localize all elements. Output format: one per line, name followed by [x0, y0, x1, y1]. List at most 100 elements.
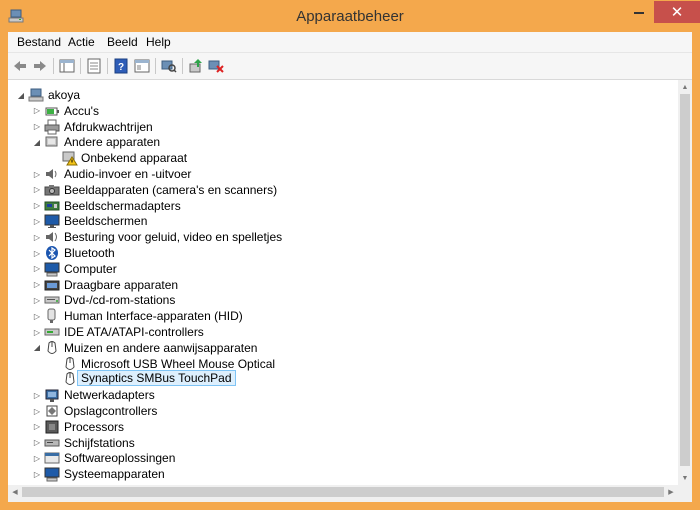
tree-item-label: Microsoft USB Wheel Mouse Optical: [81, 356, 276, 371]
tree-root[interactable]: ◢ akoya: [8, 87, 668, 103]
tree-category-item[interactable]: ▷ Beeldschermen: [8, 213, 668, 229]
toolbar-separator: [107, 58, 108, 74]
tree-item-label: Onbekend apparaat: [81, 151, 188, 166]
menu-actie[interactable]: Actie: [67, 35, 96, 49]
device-manager-window: Apparaatbeheer ✕ Bestand Actie Beeld Hel…: [0, 0, 700, 510]
uninstall-device-button[interactable]: [206, 56, 226, 76]
scroll-left-icon[interactable]: ◀: [8, 485, 22, 499]
scan-hardware-button[interactable]: [159, 56, 179, 76]
collapsed-arrow-icon[interactable]: ▷: [32, 248, 42, 258]
collapsed-arrow-icon[interactable]: ▷: [32, 438, 42, 448]
uninstall-device-icon: [208, 60, 224, 73]
title-bar[interactable]: Apparaatbeheer ✕: [0, 0, 700, 32]
tree-item-label: Systeemapparaten: [64, 467, 165, 482]
display-adapter-icon: [44, 201, 60, 211]
collapsed-arrow-icon[interactable]: ▷: [32, 453, 42, 463]
collapsed-arrow-icon[interactable]: ▷: [32, 311, 42, 321]
vertical-scroll-thumb[interactable]: [680, 94, 690, 466]
computer-icon: [44, 262, 60, 277]
view-button[interactable]: [132, 56, 152, 76]
tree-item-label: IDE ATA/ATAPI-controllers: [64, 325, 204, 339]
toolbar-separator: [182, 58, 183, 74]
tree-item-label: Processors: [64, 419, 125, 434]
collapsed-arrow-icon[interactable]: ▷: [32, 106, 42, 116]
collapsed-arrow-icon[interactable]: ▷: [32, 185, 42, 195]
tree-category-item[interactable]: ▷ Systeemapparaten: [8, 466, 668, 482]
tree-category-item[interactable]: ▷ Audio-invoer en -uitvoer: [8, 166, 668, 182]
collapsed-arrow-icon[interactable]: ▷: [32, 406, 42, 416]
collapsed-arrow-icon[interactable]: ▷: [32, 469, 42, 479]
back-button[interactable]: [10, 56, 30, 76]
monitor-icon: [44, 214, 60, 229]
expanded-arrow-icon[interactable]: ◢: [16, 90, 26, 100]
vertical-scrollbar[interactable]: ▲ ▼: [678, 80, 692, 485]
tree-category-item[interactable]: ▷ Schijfstations: [8, 435, 668, 451]
expanded-arrow-icon[interactable]: ◢: [32, 343, 42, 353]
computer-root-icon: [28, 88, 44, 102]
tree-category-item[interactable]: ▷ Computer: [8, 261, 668, 277]
collapsed-arrow-icon[interactable]: ▷: [32, 201, 42, 211]
expanded-arrow-icon[interactable]: ◢: [32, 137, 42, 147]
tree-category-item[interactable]: ▷ Netwerkadapters: [8, 387, 668, 403]
collapsed-arrow-icon[interactable]: ▷: [32, 216, 42, 226]
tree-category-item[interactable]: ▷ Besturing voor geluid, video en spellet…: [8, 229, 668, 245]
minimize-button[interactable]: [625, 1, 653, 23]
tree-category-item[interactable]: ▷ Beeldapparaten (camera's en scanners): [8, 182, 668, 198]
help-button[interactable]: ?: [111, 56, 131, 76]
properties-icon: [87, 58, 101, 74]
tree-device-item[interactable]: Microsoft USB Wheel Mouse Optical: [8, 356, 668, 372]
client-area: Bestand Actie Beeld Help ? ◢ akoya ▷ Acc…: [8, 32, 692, 502]
collapsed-arrow-icon[interactable]: ▷: [32, 280, 42, 290]
tree-item-label: Muizen en andere aanwijsapparaten: [64, 340, 258, 355]
tree-category-item[interactable]: ▷ Human Interface-apparaten (HID): [8, 308, 668, 324]
close-button[interactable]: ✕: [654, 1, 700, 23]
tree-category-item[interactable]: ▷ IDE ATA/ATAPI-controllers: [8, 324, 668, 340]
console-tree-button[interactable]: [57, 56, 77, 76]
menu-beeld[interactable]: Beeld: [106, 35, 139, 49]
device-tree[interactable]: ◢ akoya ▷ Accu's ▷ Afdrukwachtrijen ◢ Andere …: [8, 80, 678, 485]
tree-category-item[interactable]: ▷ Softwareoplossingen: [8, 450, 668, 466]
tree-category-item[interactable]: ▷ Draagbare apparaten: [8, 277, 668, 293]
horizontal-scroll-thumb[interactable]: [22, 487, 664, 497]
mouse-icon: [65, 372, 75, 386]
close-icon: ✕: [670, 4, 684, 21]
scroll-down-icon[interactable]: ▼: [678, 471, 692, 485]
software-icon: [44, 452, 60, 464]
sound-icon: [46, 232, 57, 243]
properties-button[interactable]: [84, 56, 104, 76]
tree-category-item[interactable]: ◢ Muizen en andere aanwijsapparaten: [8, 340, 668, 356]
collapsed-arrow-icon[interactable]: ▷: [32, 122, 42, 132]
collapsed-arrow-icon[interactable]: ▷: [32, 232, 42, 242]
menu-bestand[interactable]: Bestand: [16, 35, 62, 49]
collapsed-arrow-icon[interactable]: ▷: [32, 264, 42, 274]
horizontal-scrollbar[interactable]: ◀ ▶: [8, 485, 678, 499]
tree-category-item[interactable]: ▷ Afdrukwachtrijen: [8, 119, 668, 135]
collapsed-arrow-icon[interactable]: ▷: [32, 327, 42, 337]
tree-category-item[interactable]: ▷ Accu's: [8, 103, 668, 119]
forward-button[interactable]: [30, 56, 50, 76]
menu-bar: Bestand Actie Beeld Help: [8, 32, 692, 53]
tree-category-item[interactable]: ▷ Beeldschermadapters: [8, 198, 668, 214]
update-driver-button[interactable]: [186, 56, 206, 76]
tree-item-label: Beeldschermadapters: [64, 198, 181, 213]
help-icon: ?: [114, 58, 128, 74]
scroll-right-icon[interactable]: ▶: [664, 485, 678, 499]
tree-category-item[interactable]: ▷ Processors: [8, 419, 668, 435]
collapsed-arrow-icon[interactable]: ▷: [32, 295, 42, 305]
tree-category-item[interactable]: ▷ Bluetooth: [8, 245, 668, 261]
scroll-up-icon[interactable]: ▲: [678, 80, 692, 94]
storage-controller-icon: [46, 405, 58, 417]
tree-item-label: Computer: [64, 261, 117, 276]
hid-icon: [47, 308, 56, 324]
speaker-icon: [46, 169, 57, 179]
tree-category-item[interactable]: ◢ Andere apparaten: [8, 134, 668, 150]
collapsed-arrow-icon[interactable]: ▷: [32, 169, 42, 179]
tree-item-label: Schijfstations: [64, 435, 135, 450]
collapsed-arrow-icon[interactable]: ▷: [32, 422, 42, 432]
tree-category-item[interactable]: ▷ Opslagcontrollers: [8, 403, 668, 419]
tree-device-item[interactable]: Onbekend apparaat: [8, 150, 668, 166]
collapsed-arrow-icon[interactable]: ▷: [32, 390, 42, 400]
tree-category-item[interactable]: ▷ Dvd-/cd-rom-stations: [8, 292, 668, 308]
menu-help[interactable]: Help: [145, 35, 172, 49]
tree-device-item[interactable]: Synaptics SMBus TouchPad: [8, 370, 668, 387]
